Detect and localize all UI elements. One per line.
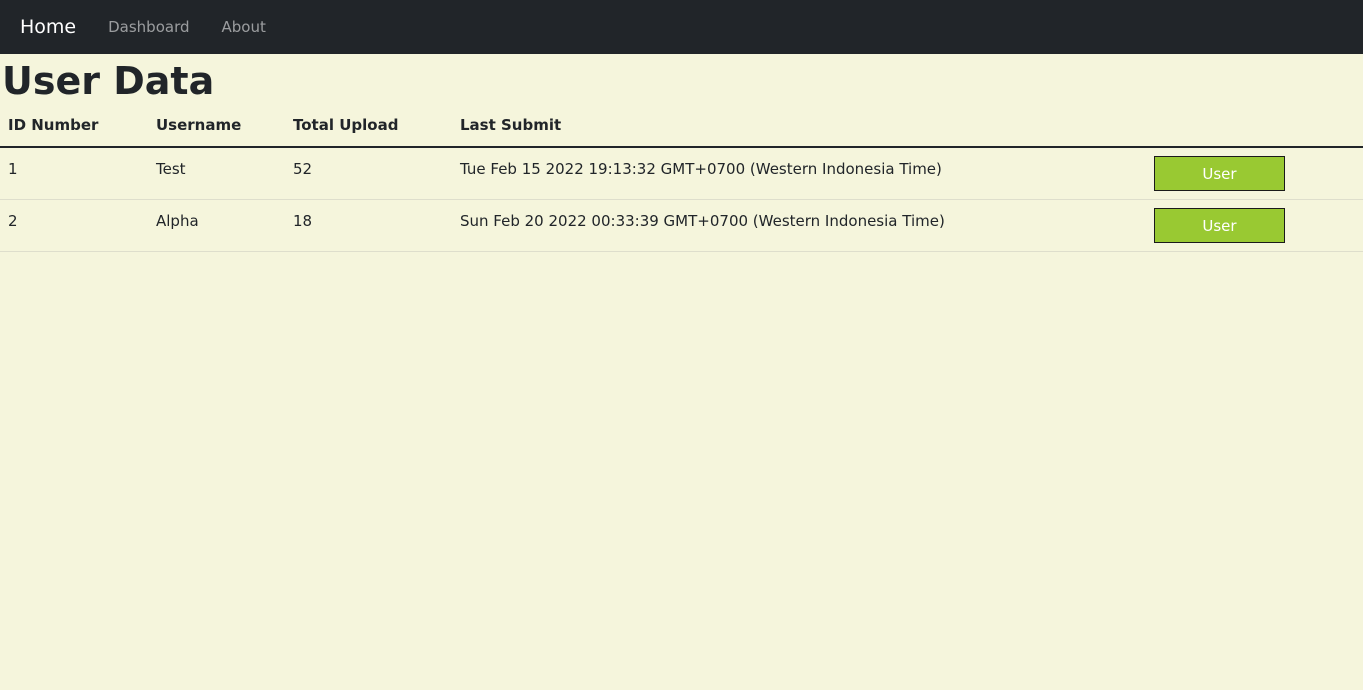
header-username: Username: [148, 106, 285, 148]
cell-username-text: Alpha: [156, 212, 199, 230]
page-title: User Data: [2, 59, 215, 103]
cell-total-upload: 18: [285, 199, 452, 252]
table-row: 1 Test 52 Tue Feb 15 2022 19:13:32 GMT+0…: [0, 147, 1363, 200]
cell-last-submit: Sun Feb 20 2022 00:33:39 GMT+0700 (Weste…: [452, 199, 1146, 252]
user-button[interactable]: User: [1154, 156, 1285, 191]
cell-username: Alpha: [148, 199, 285, 252]
cell-username-text: Test: [156, 160, 186, 178]
cell-username: Test: [148, 147, 285, 200]
header-total-upload: Total Upload: [285, 106, 452, 148]
table-body: 1 Test 52 Tue Feb 15 2022 19:13:32 GMT+0…: [0, 147, 1363, 252]
user-button[interactable]: User: [1154, 208, 1285, 243]
header-action: [1146, 106, 1363, 148]
cell-id: 2: [0, 199, 148, 252]
nav-dashboard-link[interactable]: Dashboard: [108, 19, 189, 35]
header-id-number: ID Number: [0, 106, 148, 148]
cell-action: User: [1146, 147, 1363, 200]
cell-total-upload-text: 52: [293, 160, 313, 178]
table-row: 2 Alpha 18 Sun Feb 20 2022 00:33:39 GMT+…: [0, 199, 1363, 252]
top-navbar: Home Dashboard About: [0, 0, 1363, 54]
cell-last-submit-text: Sun Feb 20 2022 00:33:39 GMT+0700 (Weste…: [460, 212, 945, 230]
cell-id-text: 2: [8, 212, 18, 230]
header-last-submit: Last Submit: [452, 106, 1146, 148]
nav-home-link[interactable]: Home: [20, 17, 76, 37]
table-header-row: ID Number Username Total Upload Last Sub…: [0, 106, 1363, 148]
cell-last-submit: Tue Feb 15 2022 19:13:32 GMT+0700 (Weste…: [452, 147, 1146, 200]
user-data-table: ID Number Username Total Upload Last Sub…: [0, 106, 1363, 252]
cell-last-submit-text: Tue Feb 15 2022 19:13:32 GMT+0700 (Weste…: [460, 160, 942, 178]
table-header: ID Number Username Total Upload Last Sub…: [0, 106, 1363, 148]
nav-about-link[interactable]: About: [222, 19, 266, 35]
cell-action: User: [1146, 199, 1363, 252]
cell-id: 1: [0, 147, 148, 200]
cell-id-text: 1: [8, 160, 18, 178]
cell-total-upload: 52: [285, 147, 452, 200]
cell-total-upload-text: 18: [293, 212, 313, 230]
